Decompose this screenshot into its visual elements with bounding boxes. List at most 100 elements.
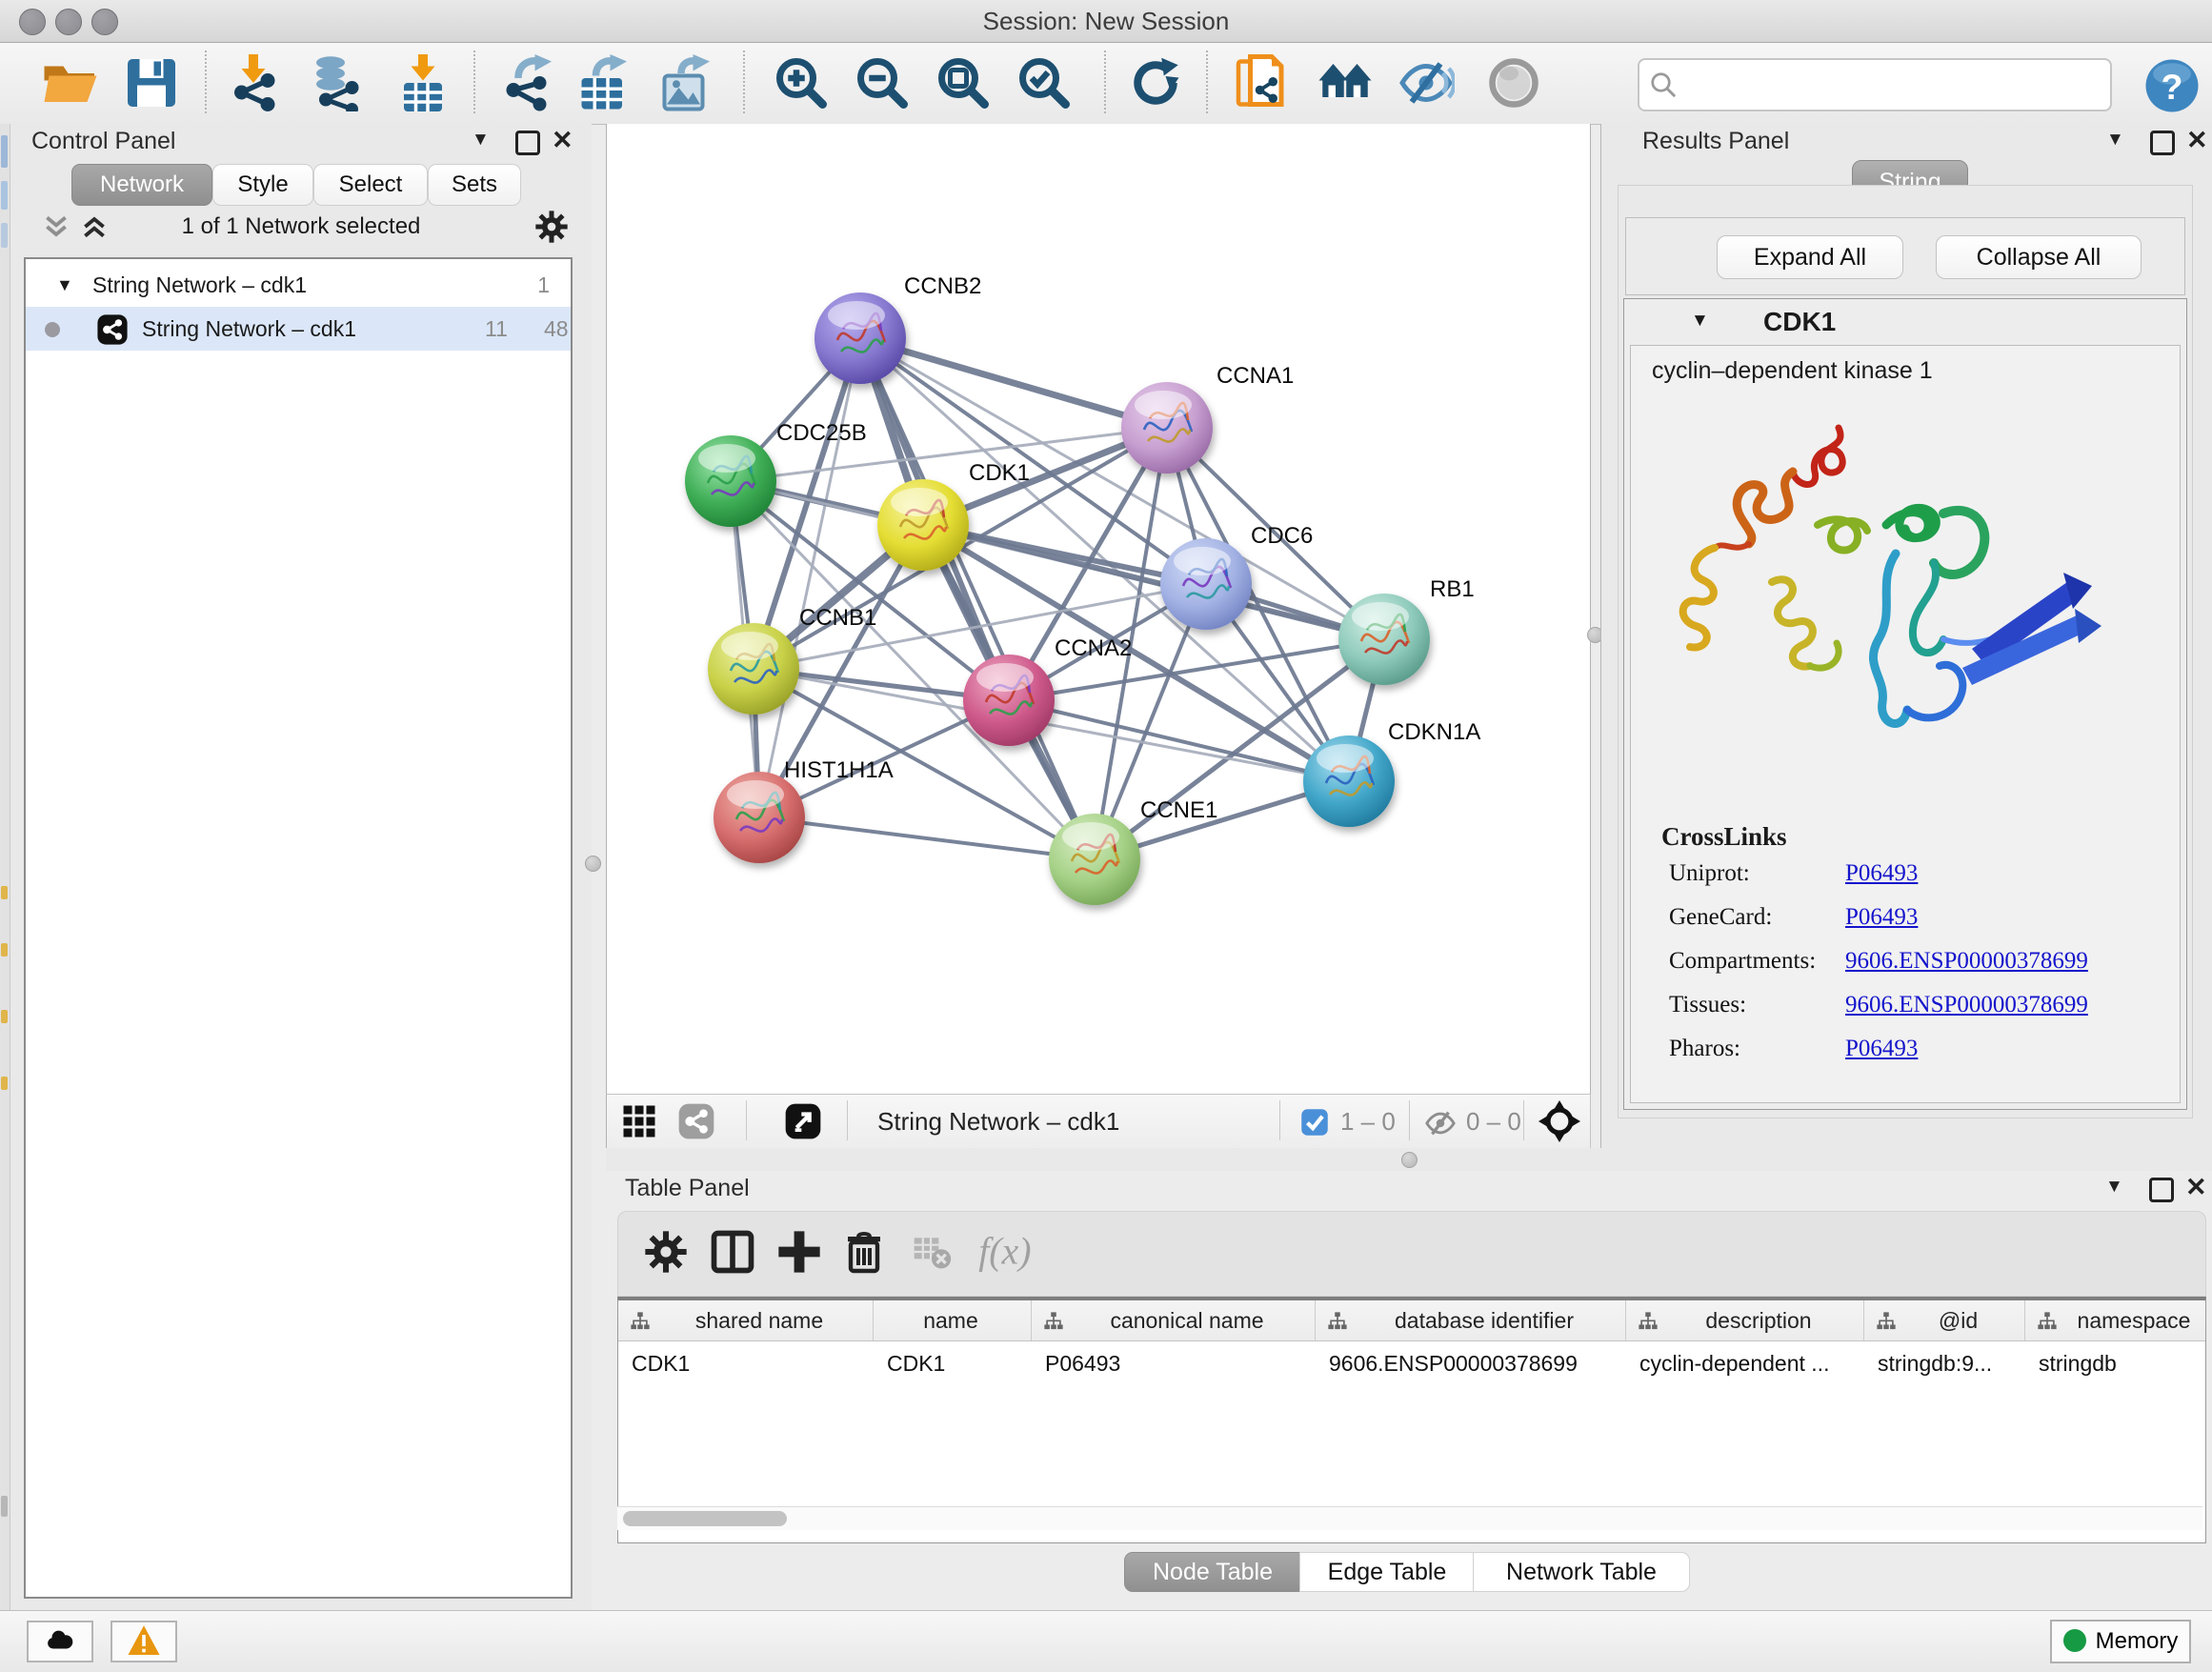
crosslink-link[interactable]: 9606.ENSP00000378699 bbox=[1845, 992, 2088, 1018]
cell-shared-name[interactable]: CDK1 bbox=[632, 1344, 868, 1382]
node-CCNB2[interactable] bbox=[814, 292, 906, 384]
tab-style[interactable]: Style bbox=[212, 164, 313, 206]
warnings-button[interactable] bbox=[111, 1621, 177, 1662]
table-panel-collapse-icon[interactable]: ▼ bbox=[2105, 1177, 2123, 1198]
left-splitter-grip-icon[interactable] bbox=[585, 856, 601, 872]
collection-expand-triangle-icon[interactable]: ▼ bbox=[56, 263, 73, 307]
network-graph[interactable]: CCNB2CCNA1CDC25BCDK1CDC6RB1CCNB1CCNA2CDK… bbox=[607, 124, 1590, 1094]
detach-view-icon[interactable] bbox=[784, 1102, 822, 1140]
node-CCNA1[interactable] bbox=[1121, 382, 1213, 473]
node-CDC25B[interactable] bbox=[685, 435, 776, 527]
node-CCNB1[interactable] bbox=[708, 623, 799, 715]
tab-select[interactable]: Select bbox=[313, 164, 428, 206]
column-header-shared-name[interactable]: shared name bbox=[618, 1300, 874, 1340]
zoom-out-button[interactable] bbox=[852, 52, 913, 113]
export-table-button[interactable] bbox=[573, 52, 633, 113]
column-header-namespace[interactable]: namespace bbox=[2025, 1300, 2212, 1340]
expand-all-button[interactable]: Expand All bbox=[1717, 235, 1903, 279]
node-CCNE1[interactable] bbox=[1049, 814, 1140, 905]
delete-table-button[interactable] bbox=[904, 1225, 959, 1280]
cell-database-identifier[interactable]: 9606.ENSP00000378699 bbox=[1329, 1344, 1620, 1382]
collapse-all-chevron-icon[interactable] bbox=[41, 212, 71, 242]
cell-name[interactable]: CDK1 bbox=[887, 1344, 1026, 1382]
import-table-file-button[interactable] bbox=[392, 52, 453, 113]
node-CDK1[interactable] bbox=[877, 479, 969, 571]
export-image-button[interactable] bbox=[655, 52, 716, 113]
houses-button[interactable] bbox=[1315, 52, 1376, 113]
tab-edge-table[interactable]: Edge Table bbox=[1299, 1552, 1475, 1592]
table-panel-close-icon[interactable]: ✕ bbox=[2185, 1177, 2207, 1198]
edge-CCNB2-HIST1H1A[interactable] bbox=[759, 338, 860, 817]
cell-@id[interactable]: stringdb:9... bbox=[1878, 1344, 2020, 1382]
node-CDC6[interactable] bbox=[1160, 538, 1252, 630]
network-options-gear-icon[interactable] bbox=[533, 208, 571, 246]
crosslink-link[interactable]: P06493 bbox=[1845, 860, 1918, 887]
node-CCNA2[interactable] bbox=[963, 655, 1055, 746]
column-header-database-identifier[interactable]: database identifier bbox=[1316, 1300, 1626, 1340]
control-panel-float-icon[interactable] bbox=[515, 131, 540, 155]
show-columns-button[interactable] bbox=[702, 1225, 757, 1280]
column-header-canonical-name[interactable]: canonical name bbox=[1032, 1300, 1316, 1340]
column-header-@id[interactable]: @id bbox=[1864, 1300, 2025, 1340]
edge-CDK1-RB1[interactable] bbox=[923, 525, 1384, 639]
grid-view-icon[interactable] bbox=[622, 1104, 656, 1138]
network-style-icon[interactable] bbox=[677, 1102, 715, 1140]
save-session-button[interactable] bbox=[121, 52, 182, 113]
control-panel-close-icon[interactable]: ✕ bbox=[552, 130, 573, 151]
edge-HIST1H1A-CCNE1[interactable] bbox=[759, 817, 1095, 859]
column-header-description[interactable]: description bbox=[1626, 1300, 1864, 1340]
tab-sets[interactable]: Sets bbox=[428, 164, 521, 206]
results-panel-close-icon[interactable]: ✕ bbox=[2186, 130, 2208, 151]
network-view-canvas[interactable]: CCNB2CCNA1CDC25BCDK1CDC6RB1CCNB1CCNA2CDK… bbox=[606, 124, 1591, 1094]
edge-CCNB2-CCNE1[interactable] bbox=[860, 338, 1095, 859]
collapse-all-button[interactable]: Collapse All bbox=[1936, 235, 2142, 279]
table-hscrollbar[interactable] bbox=[617, 1506, 2202, 1530]
refresh-view-button[interactable] bbox=[1125, 52, 1186, 113]
cell-namespace[interactable]: stringdb bbox=[2039, 1344, 2210, 1382]
memory-button[interactable]: Memory bbox=[2050, 1620, 2191, 1663]
delete-column-button[interactable] bbox=[835, 1225, 891, 1280]
cell-canonical-name[interactable]: P06493 bbox=[1045, 1344, 1310, 1382]
horizontal-splitter[interactable] bbox=[606, 1148, 2212, 1171]
function-builder-button[interactable]: f(x) bbox=[969, 1225, 1055, 1280]
gene-collapse-triangle-icon[interactable]: ▼ bbox=[1691, 311, 1709, 332]
results-panel-float-icon[interactable] bbox=[2150, 131, 2175, 155]
edge-CCNB2-CCNA1[interactable] bbox=[860, 338, 1167, 428]
search-input[interactable] bbox=[1685, 64, 2099, 104]
table-settings-button[interactable] bbox=[635, 1225, 691, 1280]
tab-network-table[interactable]: Network Table bbox=[1473, 1552, 1690, 1592]
crosslink-link[interactable]: P06493 bbox=[1845, 904, 1918, 931]
zoom-in-button[interactable] bbox=[771, 52, 832, 113]
cloud-tasks-button[interactable] bbox=[27, 1621, 93, 1662]
glass-ball-effect-button[interactable] bbox=[1483, 52, 1544, 113]
open-session-button[interactable] bbox=[40, 52, 101, 113]
string-document-button[interactable] bbox=[1232, 52, 1293, 113]
hide-glass-ball-button[interactable] bbox=[1396, 52, 1457, 113]
hidden-eye-slash-icon[interactable] bbox=[1424, 1107, 1457, 1139]
crosslink-link[interactable]: P06493 bbox=[1845, 1036, 1918, 1062]
results-panel-collapse-icon[interactable]: ▼ bbox=[2106, 130, 2124, 151]
expand-all-chevron-icon[interactable] bbox=[79, 212, 110, 242]
network-row[interactable]: String Network – cdk1 11 48 bbox=[26, 307, 571, 351]
node-HIST1H1A[interactable] bbox=[714, 772, 805, 863]
table-panel-float-icon[interactable] bbox=[2149, 1178, 2174, 1202]
tab-network[interactable]: Network bbox=[71, 164, 212, 206]
import-network-file-button[interactable] bbox=[223, 52, 284, 113]
tab-node-table[interactable]: Node Table bbox=[1124, 1552, 1301, 1592]
crosslink-link[interactable]: 9606.ENSP00000378699 bbox=[1845, 948, 2088, 975]
network-collection-row[interactable]: ▼ String Network – cdk1 1 bbox=[26, 263, 571, 307]
zoom-selected-button[interactable] bbox=[1014, 52, 1075, 113]
import-network-database-button[interactable] bbox=[305, 52, 366, 113]
node-RB1[interactable] bbox=[1338, 594, 1430, 685]
splitter-grip-icon[interactable] bbox=[1401, 1152, 1418, 1168]
help-button[interactable]: ? bbox=[2142, 55, 2202, 116]
add-column-button[interactable] bbox=[769, 1225, 824, 1280]
column-header-name[interactable]: name bbox=[874, 1300, 1032, 1340]
zoom-fit-button[interactable] bbox=[933, 52, 994, 113]
control-panel-collapse-icon[interactable]: ▼ bbox=[472, 130, 490, 151]
node-CDKN1A[interactable] bbox=[1303, 735, 1395, 827]
selected-checkbox-icon[interactable] bbox=[1300, 1108, 1329, 1137]
table-hscrollbar-thumb[interactable] bbox=[623, 1511, 787, 1526]
cell-description[interactable]: cyclin-dependent ... bbox=[1639, 1344, 1859, 1382]
export-network-button[interactable] bbox=[497, 52, 558, 113]
